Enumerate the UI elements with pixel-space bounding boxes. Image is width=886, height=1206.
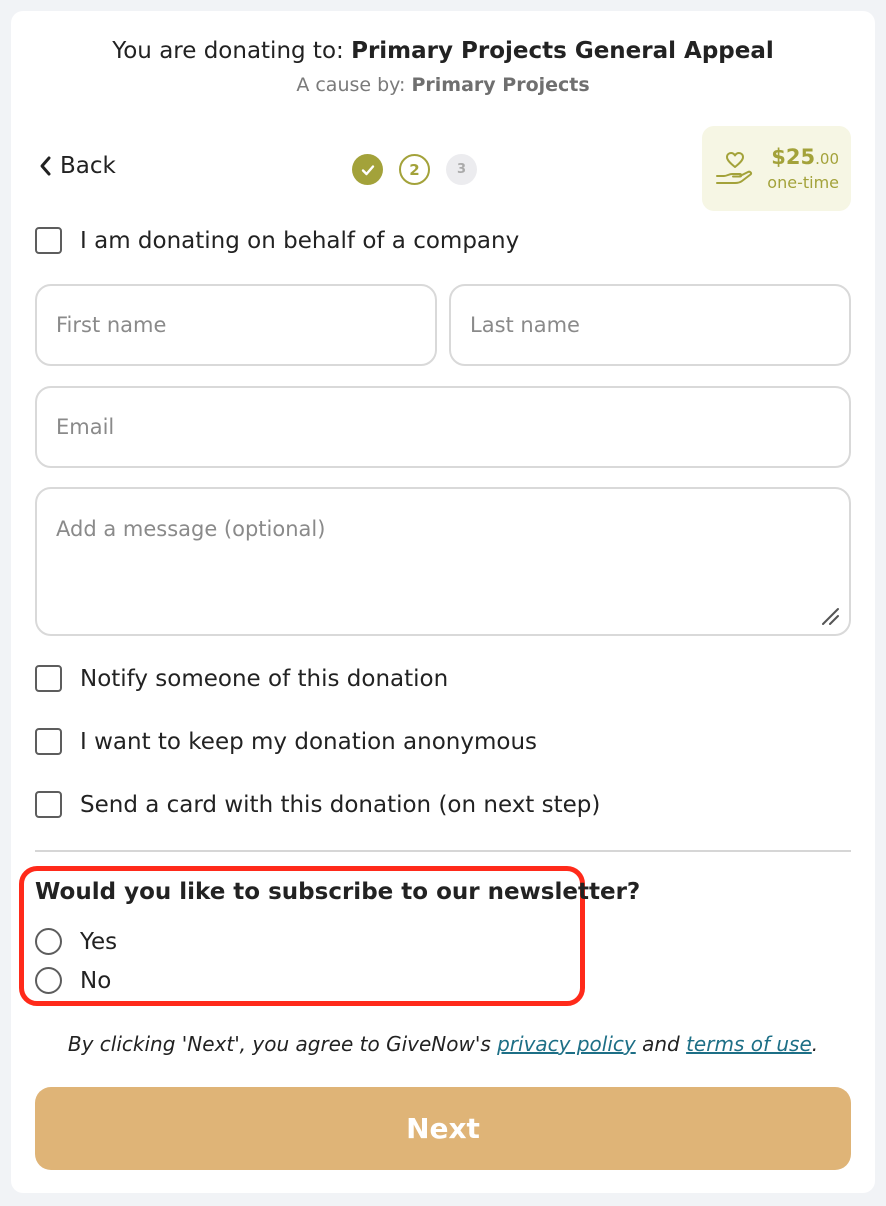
legal-notice: By clicking 'Next', you agree to GiveNow… (0, 1032, 886, 1056)
company-checkbox-label: I am donating on behalf of a company (80, 227, 520, 254)
step-1-completed (352, 154, 383, 185)
newsletter-no-label: No (80, 967, 112, 994)
newsletter-no-radio[interactable] (35, 967, 62, 994)
newsletter-question: Would you like to subscribe to our newsl… (35, 879, 641, 905)
hand-heart-icon (716, 151, 753, 184)
notify-checkbox-row[interactable]: Notify someone of this donation (35, 665, 448, 692)
donation-amount: $25.00 (767, 145, 839, 169)
resize-handle-icon[interactable] (820, 606, 840, 626)
terms-of-use-link[interactable]: terms of use (686, 1032, 812, 1056)
cause-name: Primary Projects General Appeal (351, 38, 774, 64)
legal-suffix: . (811, 1032, 819, 1056)
company-checkbox-row[interactable]: I am donating on behalf of a company (35, 227, 519, 254)
next-button[interactable]: Next (35, 1087, 851, 1170)
legal-conjunction: and (635, 1032, 687, 1056)
send-card-checkbox[interactable] (35, 791, 62, 818)
donation-amount-block: $25.00 one-time (767, 145, 839, 192)
anonymous-checkbox[interactable] (35, 728, 62, 755)
amount-cents: .00 (815, 150, 839, 168)
donating-to-heading: You are donating to: Primary Projects Ge… (0, 38, 886, 64)
last-name-input[interactable] (449, 284, 851, 366)
step-indicator: 2 3 (352, 154, 477, 185)
send-card-checkbox-row[interactable]: Send a card with this donation (on next … (35, 791, 600, 818)
donating-prefix: You are donating to: (112, 38, 352, 64)
message-textarea[interactable] (35, 487, 851, 636)
donation-frequency: one-time (767, 173, 839, 192)
newsletter-yes-label: Yes (80, 928, 118, 955)
organization-name: Primary Projects (411, 74, 590, 96)
anonymous-checkbox-label: I want to keep my donation anonymous (80, 728, 538, 755)
send-card-checkbox-label: Send a card with this donation (on next … (80, 791, 601, 818)
newsletter-no-option[interactable]: No (35, 967, 111, 994)
donation-summary-badge: $25.00 one-time (702, 126, 851, 211)
newsletter-yes-option[interactable]: Yes (35, 928, 117, 955)
newsletter-yes-radio[interactable] (35, 928, 62, 955)
email-input[interactable] (35, 386, 851, 468)
check-icon (361, 164, 374, 175)
amount-whole: $25 (771, 145, 816, 169)
privacy-policy-link[interactable]: privacy policy (497, 1032, 636, 1056)
section-divider (35, 850, 851, 852)
cause-by-prefix: A cause by: (296, 74, 412, 96)
notify-checkbox[interactable] (35, 665, 62, 692)
first-name-input[interactable] (35, 284, 437, 366)
step-3-upcoming: 3 (446, 154, 477, 185)
notify-checkbox-label: Notify someone of this donation (80, 665, 449, 692)
back-label: Back (60, 153, 116, 179)
company-checkbox[interactable] (35, 227, 62, 254)
cause-by-subheading: A cause by: Primary Projects (0, 74, 886, 96)
legal-prefix: By clicking 'Next', you agree to GiveNow… (67, 1032, 498, 1056)
back-button[interactable]: Back (38, 153, 116, 179)
step-2-current: 2 (399, 154, 430, 185)
anonymous-checkbox-row[interactable]: I want to keep my donation anonymous (35, 728, 537, 755)
chevron-left-icon (40, 156, 51, 176)
